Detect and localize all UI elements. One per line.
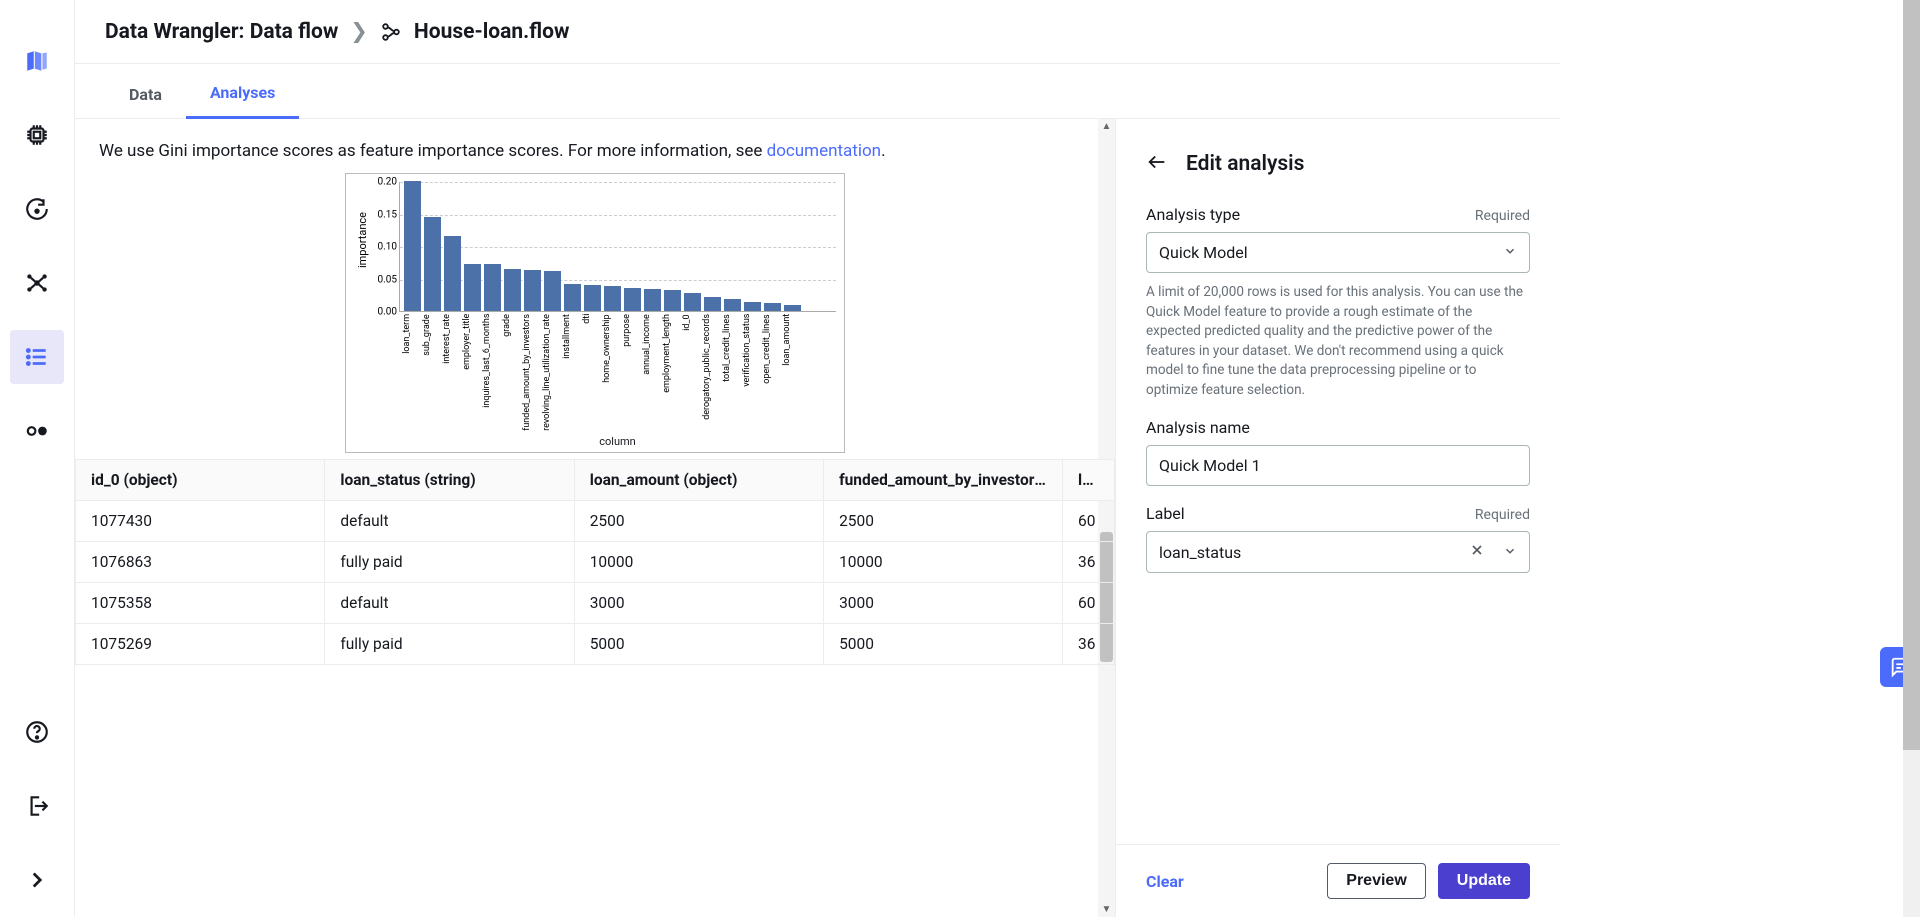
scroll-down-icon[interactable]: ▼ <box>1098 902 1115 917</box>
tab-analyses[interactable]: Analyses <box>186 83 299 119</box>
content-tabs: Data Analyses <box>75 64 1560 119</box>
chart-bar <box>564 284 581 311</box>
x-tick-label: loan_term <box>403 314 420 431</box>
flow-file-icon <box>380 21 402 43</box>
window-scrollbar[interactable] <box>1903 0 1920 917</box>
nav-item-list[interactable] <box>10 330 64 384</box>
nav-item-expand[interactable] <box>10 853 64 907</box>
x-tick-label: funded_amount_by_investors <box>523 314 540 431</box>
chart-bar <box>644 289 661 311</box>
x-tick-label: inquires_last_6_months <box>483 314 500 431</box>
nav-item-pipeline[interactable] <box>10 404 64 458</box>
tab-data[interactable]: Data <box>105 85 186 118</box>
chart-bar <box>664 290 681 311</box>
x-tick-label: purpose <box>623 314 640 431</box>
chart-bar <box>544 271 561 311</box>
chart-bar <box>704 297 721 311</box>
x-tick-label: loan_amount <box>783 314 800 431</box>
page-header: Data Wrangler: Data flow ❯ House-loan.fl… <box>75 0 1560 64</box>
feature-importance-chart: importance 0.00 0.05 0.10 0.15 0.20 loan_ter… <box>345 173 845 453</box>
x-tick-label: employer_title <box>463 314 480 431</box>
column-header[interactable]: loan_amount (object) <box>574 459 823 500</box>
breadcrumb: Data Wrangler: Data flow ❯ House-loan.fl… <box>105 19 569 44</box>
x-tick-label: verification_status <box>743 314 760 431</box>
chart-bar <box>404 181 421 311</box>
clear-button[interactable]: Clear <box>1146 872 1184 891</box>
column-header[interactable]: loan_status (string) <box>325 459 574 500</box>
x-tick-label: sub_grade <box>423 314 440 431</box>
x-tick-label: home_ownership <box>603 314 620 431</box>
chevron-down-icon <box>1503 243 1517 262</box>
analysis-name-label: Analysis name <box>1146 418 1250 437</box>
x-tick-label: installment <box>563 314 580 431</box>
chevron-down-icon <box>1503 543 1517 562</box>
x-tick-label: total_credit_lines <box>723 314 740 431</box>
table-row[interactable]: 1076863fully paid100001000036 <box>76 541 1115 582</box>
y-tick-label: 0.15 <box>378 209 398 220</box>
y-tick-label: 0.10 <box>378 242 398 253</box>
chart-bar <box>744 302 761 311</box>
column-header[interactable]: loan_ <box>1063 459 1115 500</box>
update-button[interactable]: Update <box>1438 863 1530 899</box>
chart-bar <box>504 269 521 311</box>
documentation-link[interactable]: documentation <box>767 141 881 161</box>
y-tick-label: 0.05 <box>378 274 398 285</box>
chart-y-label: importance <box>354 212 371 268</box>
breadcrumb-root[interactable]: Data Wrangler: Data flow <box>105 20 338 44</box>
chart-bar <box>604 286 621 311</box>
analysis-content: ▲ ▼ We use Gini importance scores as fea… <box>75 119 1115 917</box>
analysis-name-input[interactable]: Quick Model 1 <box>1146 445 1530 486</box>
x-tick-label: annual_income <box>643 314 660 431</box>
chevron-right-icon: ❯ <box>350 19 368 44</box>
nav-item-help[interactable] <box>10 705 64 759</box>
logo-icon[interactable] <box>10 34 64 88</box>
nav-item-graph[interactable] <box>10 256 64 310</box>
table-row[interactable]: 1075269fully paid5000500036 <box>76 623 1115 664</box>
chart-bar <box>624 288 641 311</box>
x-tick-label: derogatory_public_records <box>703 314 720 431</box>
chart-bar <box>464 264 481 311</box>
x-tick-label: open_credit_lines <box>763 314 780 431</box>
breadcrumb-file[interactable]: House-loan.flow <box>414 20 570 44</box>
left-nav-rail <box>0 0 75 917</box>
chart-bar <box>684 293 701 311</box>
x-tick-label: id_0 <box>683 314 700 431</box>
analysis-type-label: Analysis type <box>1146 205 1240 224</box>
chart-bar <box>524 270 541 311</box>
x-tick-label: grade <box>503 314 520 431</box>
table-row[interactable]: 1077430default2500250060 <box>76 500 1115 541</box>
chart-bar <box>444 236 461 311</box>
chart-bar <box>584 285 601 311</box>
chart-x-label: column <box>399 435 836 448</box>
column-header[interactable]: id_0 (object) <box>76 459 325 500</box>
data-preview-table: id_0 (object)loan_status (string)loan_am… <box>75 459 1115 665</box>
label-field-label: Label <box>1146 504 1185 523</box>
chart-bar <box>424 217 441 311</box>
back-arrow-icon[interactable] <box>1146 151 1168 177</box>
chart-bar <box>764 303 781 311</box>
x-tick-label: employment_length <box>663 314 680 431</box>
label-select[interactable]: loan_status <box>1146 531 1530 573</box>
preview-button[interactable]: Preview <box>1327 863 1425 899</box>
x-tick-label: interest_rate <box>443 314 460 431</box>
analysis-type-select[interactable]: Quick Model <box>1146 232 1530 273</box>
analysis-description: We use Gini importance scores as feature… <box>75 141 1115 165</box>
chart-bar <box>484 264 501 311</box>
column-header[interactable]: funded_amount_by_investors... <box>824 459 1063 500</box>
scroll-up-icon[interactable]: ▲ <box>1098 119 1115 134</box>
clear-label-icon[interactable] <box>1469 542 1485 562</box>
chart-bar <box>784 305 801 312</box>
panel-title: Edit analysis <box>1186 152 1304 176</box>
x-tick-label: dti <box>583 314 600 431</box>
y-tick-label: 0.00 <box>378 307 398 318</box>
analysis-type-description: A limit of 20,000 rows is used for this … <box>1146 283 1530 400</box>
nav-item-logout[interactable] <box>10 779 64 833</box>
x-tick-label: revolving_line_utilization_rate <box>543 314 560 431</box>
nav-item-reload[interactable] <box>10 182 64 236</box>
y-tick-label: 0.20 <box>378 177 398 188</box>
table-row[interactable]: 1075358default3000300060 <box>76 582 1115 623</box>
edit-analysis-panel: Edit analysis Analysis type Required Qui… <box>1115 119 1560 917</box>
nav-item-hardware[interactable] <box>10 108 64 162</box>
chart-bar <box>724 299 741 311</box>
